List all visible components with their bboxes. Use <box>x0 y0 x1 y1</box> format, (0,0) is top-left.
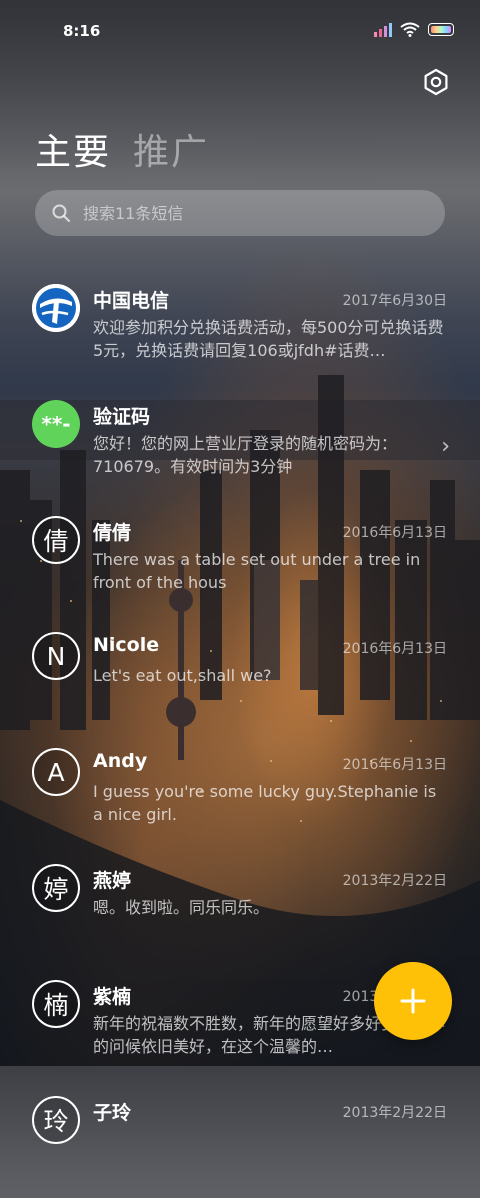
avatar-text: 玲 <box>43 1107 69 1136</box>
status-icons <box>374 22 454 37</box>
conversation-item[interactable]: 婷 燕婷 2013年2月22日 嗯。收到啦。同乐同乐。 <box>0 850 480 966</box>
tab-primary[interactable]: 主要 <box>35 123 111 175</box>
conversation-item[interactable]: 玲 子玲 2013年2月22日 <box>0 1082 480 1198</box>
tab-promotions[interactable]: 推广 <box>133 123 209 175</box>
conversation-name: 紫楠 <box>93 986 132 1008</box>
avatar: **- <box>32 400 80 448</box>
conversation-item[interactable]: A Andy 2016年6月13日 I guess you're some lu… <box>0 734 480 850</box>
conversation-item[interactable]: 倩 倩倩 2016年6月13日 There was a table set ou… <box>0 502 480 618</box>
conversation-date: 2016年6月13日 <box>342 641 447 657</box>
battery-icon <box>428 23 454 36</box>
avatar: 楠 <box>32 980 80 1028</box>
tab-bar: 主要 推广 <box>35 123 209 175</box>
conversation-name: 燕婷 <box>93 870 132 892</box>
conversation-name: 子玲 <box>93 1102 132 1124</box>
avatar: N <box>32 632 80 680</box>
conversation-preview: 嗯。收到啦。同乐同乐。 <box>93 898 270 917</box>
wifi-icon <box>400 22 420 37</box>
avatar-text: **- <box>41 412 71 436</box>
avatar-text: 楠 <box>43 991 69 1020</box>
conversation-name: 验证码 <box>93 406 151 428</box>
conversation-preview: There was a table set out under a tree i… <box>93 550 421 592</box>
avatar-text: N <box>46 641 66 671</box>
avatar-text: 倩 <box>43 527 69 556</box>
conversation-preview: Let's eat out,shall we? <box>93 666 272 685</box>
avatar: A <box>32 748 80 796</box>
conversation-name: Andy <box>93 750 148 772</box>
china-telecom-logo <box>32 284 80 332</box>
conversation-list: 中国电信 2017年6月30日 欢迎参加积分兑换话费活动，每500分可兑换话费5… <box>0 270 480 1198</box>
new-message-button[interactable] <box>374 962 452 1040</box>
search-bar[interactable] <box>35 190 445 236</box>
conversation-name: Nicole <box>93 634 160 656</box>
avatar-text: A <box>47 757 65 787</box>
signal-icon <box>374 22 392 37</box>
conversation-date: 2013年2月22日 <box>342 1105 447 1121</box>
avatar: 倩 <box>32 516 80 564</box>
conversation-item[interactable]: **- 验证码 您好！您的网上营业厅登录的随机密码为：710679。有效时间为3… <box>0 386 480 502</box>
conversation-preview: I guess you're some lucky guy.Stephanie … <box>93 782 437 824</box>
conversation-name: 倩倩 <box>93 522 132 544</box>
plus-icon <box>400 988 426 1014</box>
conversation-date: 2016年6月13日 <box>342 525 447 541</box>
conversation-item[interactable]: N Nicole 2016年6月13日 Let's eat out,shall … <box>0 618 480 734</box>
conversation-preview: 欢迎参加积分兑换话费活动，每500分可兑换话费5元，兑换话费请回复106或jfd… <box>93 318 444 360</box>
conversation-date: 2016年6月13日 <box>342 757 447 773</box>
avatar: 婷 <box>32 864 80 912</box>
conversation-date: 2013年2月22日 <box>342 873 447 889</box>
settings-button[interactable] <box>422 68 450 96</box>
status-time: 8:16 <box>63 22 101 40</box>
conversation-date: 2017年6月30日 <box>342 293 447 309</box>
chevron-right-icon: › <box>441 434 450 459</box>
avatar-text: 婷 <box>43 875 69 904</box>
status-bar: 8:16 <box>0 0 480 60</box>
avatar: 玲 <box>32 1096 80 1144</box>
conversation-item[interactable]: 中国电信 2017年6月30日 欢迎参加积分兑换话费活动，每500分可兑换话费5… <box>0 270 480 386</box>
conversation-name: 中国电信 <box>93 290 170 312</box>
search-icon <box>52 204 70 222</box>
gear-icon <box>424 68 448 96</box>
search-input[interactable] <box>81 202 415 224</box>
conversation-preview: 您好！您的网上营业厅登录的随机密码为：710679。有效时间为3分钟 <box>93 434 398 476</box>
